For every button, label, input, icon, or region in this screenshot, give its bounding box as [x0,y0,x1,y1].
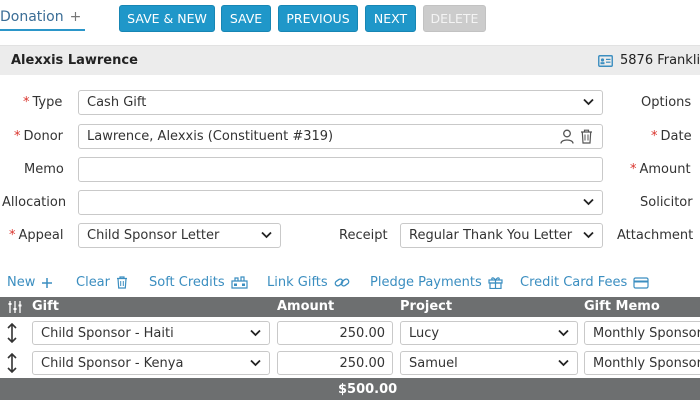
receipt-label: Receipt [339,228,388,243]
appeal-label: * Appeal [9,228,64,243]
column-settings-icon[interactable] [8,301,22,313]
address-text: 5876 Franklin [620,53,700,68]
record-header: Alexxis Lawrence 5876 Franklin [0,45,700,75]
options-label: Options [641,95,692,110]
gift-select[interactable]: Child Sponsor - Kenya [32,351,270,375]
soft-credits-link[interactable]: Soft Credits [149,275,248,290]
chevron-down-icon [250,329,261,337]
type-label: * Type [23,95,63,110]
chevron-down-icon [558,359,569,367]
link-gifts-link[interactable]: Link Gifts [267,275,350,290]
amount-label: * Amount [630,162,691,177]
gifts-grid-footer: $500.00 [0,378,700,400]
clear-link[interactable]: Clear [76,275,128,290]
gift-memo-input[interactable]: Monthly Sponsor [584,351,700,375]
solicitor-label: Solicitor [640,195,693,210]
plus-icon [42,277,53,288]
col-amount[interactable]: Amount [277,299,334,314]
trash-icon[interactable] [580,129,593,144]
col-gift[interactable]: Gift [32,299,59,314]
gift-memo-input[interactable]: Monthly Sponsor [584,321,700,345]
col-gift-memo[interactable]: Gift Memo [584,299,660,314]
next-button[interactable]: NEXT [365,5,416,32]
type-select[interactable]: Cash Gift [78,90,603,115]
tab-donation[interactable]: Donation + [0,9,86,31]
allocation-label: Allocation [2,195,67,210]
col-project[interactable]: Project [400,299,452,314]
allocation-select[interactable] [78,190,603,215]
project-select[interactable]: Samuel [400,351,578,375]
attachment-label: Attachment [617,228,694,243]
amount-input[interactable]: 250.00 [277,321,393,345]
project-select[interactable]: Lucy [400,321,578,345]
chevron-down-icon [583,98,594,106]
drag-handle-icon[interactable] [6,323,18,343]
gift-icon [488,277,503,289]
user-icon[interactable] [560,129,574,144]
chevron-down-icon [583,198,594,206]
chevron-down-icon [558,329,569,337]
soft-credits-icon [231,276,248,289]
delete-button: DELETE [423,5,486,32]
donor-label: * Donor [14,129,64,144]
pledge-payments-link[interactable]: Pledge Payments [370,275,503,290]
trash-icon [117,276,127,289]
date-label: * Date [651,129,692,144]
donor-field[interactable]: Lawrence, Alexxis (Constituent #319) [78,124,603,149]
previous-button[interactable]: PREVIOUS [278,5,358,32]
credit-card-icon [633,276,649,289]
drag-handle-icon[interactable] [6,353,18,373]
contact-card-icon [598,54,613,67]
constituent-name: Alexxis Lawrence [11,53,138,68]
toolbar: Donation + SAVE & NEW SAVE PREVIOUS NEXT … [0,0,700,40]
add-tab-icon[interactable]: + [70,9,82,25]
chevron-down-icon [261,231,272,239]
save-and-new-button[interactable]: SAVE & NEW [119,5,215,32]
receipt-select[interactable]: Regular Thank You Letter [400,223,603,248]
amount-input[interactable]: 250.00 [277,351,393,375]
chevron-down-icon [250,359,261,367]
tab-donation-label: Donation [0,9,64,25]
appeal-select[interactable]: Child Sponsor Letter [78,223,281,248]
constituent-address: 5876 Franklin [598,53,700,68]
link-icon [334,278,350,287]
save-button[interactable]: SAVE [221,5,271,32]
new-gift-link[interactable]: New [7,275,53,290]
memo-input[interactable] [78,157,603,182]
gifts-grid-header: Gift Amount Project Gift Memo [0,297,700,317]
memo-label: Memo [24,162,64,177]
gift-select[interactable]: Child Sponsor - Haiti [32,321,270,345]
chevron-down-icon [583,231,594,239]
credit-card-fees-link[interactable]: Credit Card Fees [520,275,649,290]
gift-total: $500.00 [338,382,398,397]
